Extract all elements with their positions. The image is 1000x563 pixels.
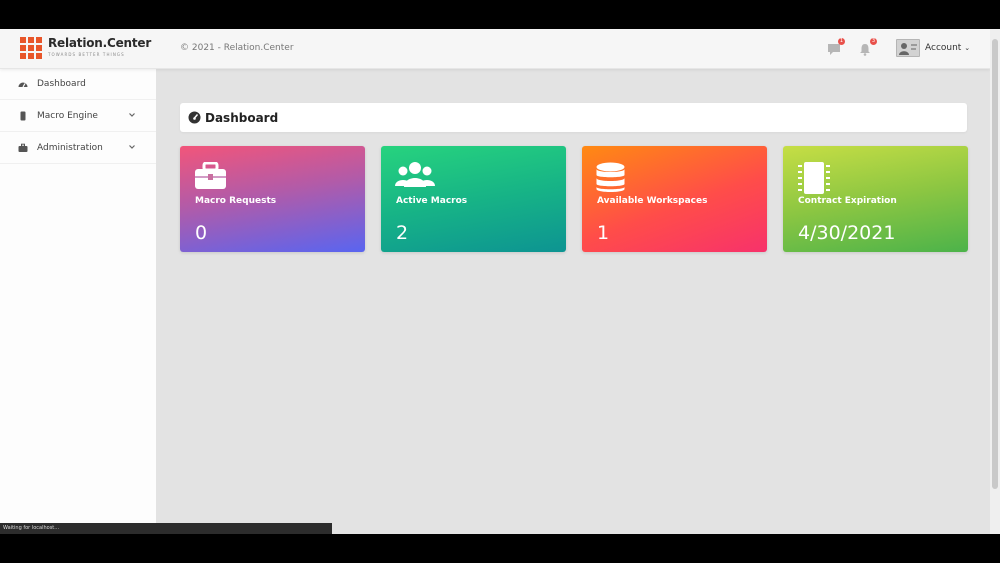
card-contract-expiration[interactable]: Contract Expiration 4/30/2021 xyxy=(783,146,968,252)
card-value: 4/30/2021 xyxy=(798,222,896,244)
browser-status-bar: Waiting for localhost... xyxy=(0,523,332,534)
tachometer-icon xyxy=(18,82,28,87)
messages-button[interactable]: 1 xyxy=(827,38,845,55)
card-active-macros[interactable]: Active Macros 2 xyxy=(381,146,566,252)
top-navbar: Relation.Center TOWARDS BETTER THINGS © … xyxy=(0,29,990,69)
sidebar-item-dashboard[interactable]: Dashboard xyxy=(0,68,156,100)
users-icon xyxy=(395,162,435,187)
tachometer-icon xyxy=(188,111,201,124)
brand-logo-icon[interactable] xyxy=(20,37,42,59)
user-avatar-icon xyxy=(899,43,917,55)
mobile-icon xyxy=(20,111,26,120)
chevron-down-icon xyxy=(129,113,135,117)
page-title-bar: Dashboard xyxy=(180,103,967,132)
card-macro-requests[interactable]: Macro Requests 0 xyxy=(180,146,365,252)
copyright-text: © 2021 - Relation.Center xyxy=(180,43,294,53)
chat-icon xyxy=(828,44,840,55)
card-available-workspaces[interactable]: Available Workspaces 1 xyxy=(582,146,767,252)
avatar[interactable] xyxy=(896,39,920,57)
card-label: Active Macros xyxy=(396,196,468,206)
microchip-icon xyxy=(798,162,830,194)
app-viewport: Relation.Center TOWARDS BETTER THINGS © … xyxy=(0,29,1000,534)
sidebar-item-macro-engine[interactable]: Macro Engine xyxy=(0,100,156,132)
chevron-down-icon: ⌄ xyxy=(964,44,971,52)
card-value: 0 xyxy=(195,222,208,244)
chevron-down-icon xyxy=(129,145,135,149)
page-scrollbar[interactable] xyxy=(990,29,1000,534)
notifications-button[interactable]: 3 xyxy=(859,38,877,56)
brand[interactable]: Relation.Center TOWARDS BETTER THINGS xyxy=(48,36,151,57)
sidebar-item-administration[interactable]: Administration xyxy=(0,132,156,164)
briefcase-icon xyxy=(18,143,28,152)
sidebar: Dashboard Macro Engine Administration xyxy=(0,68,156,534)
notifications-badge: 3 xyxy=(870,38,877,45)
sidebar-item-label: Dashboard xyxy=(37,78,86,89)
card-label: Contract Expiration xyxy=(798,196,897,206)
messages-badge: 1 xyxy=(838,38,845,45)
briefcase-icon xyxy=(195,162,226,189)
brand-name: Relation.Center xyxy=(48,36,152,50)
account-menu[interactable]: Account ⌄ xyxy=(925,43,970,53)
page-title: Dashboard xyxy=(205,110,279,125)
bell-icon xyxy=(860,44,870,56)
account-label: Account xyxy=(925,43,962,53)
sidebar-item-label: Macro Engine xyxy=(37,110,98,121)
sidebar-item-label: Administration xyxy=(37,142,103,153)
card-label: Available Workspaces xyxy=(597,196,708,206)
card-value: 2 xyxy=(396,222,409,244)
scrollbar-thumb[interactable] xyxy=(992,39,998,489)
database-icon xyxy=(596,162,625,192)
card-label: Macro Requests xyxy=(195,196,277,206)
brand-tagline: TOWARDS BETTER THINGS xyxy=(48,52,125,57)
card-value: 1 xyxy=(597,222,610,244)
